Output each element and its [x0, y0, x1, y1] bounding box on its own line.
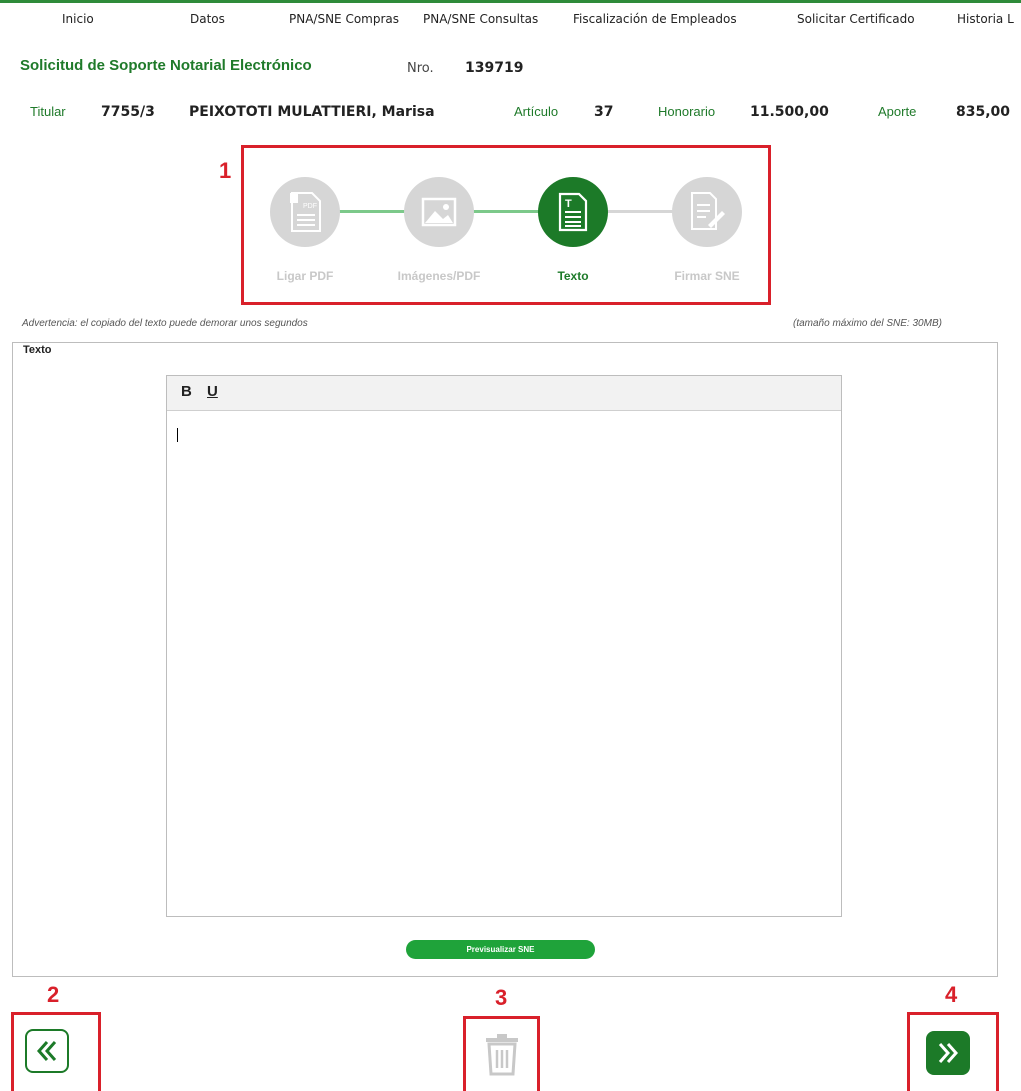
honorario-label: Honorario — [658, 104, 716, 119]
double-chevron-right-icon — [938, 1043, 959, 1063]
double-chevron-left-icon — [36, 1041, 57, 1061]
step-label-texto: Texto — [557, 269, 589, 283]
max-size-note: (tamaño máximo del SNE: 30MB) — [793, 318, 942, 329]
step-label-ligar-pdf: Ligar PDF — [276, 269, 334, 283]
text-document-icon: T — [558, 192, 588, 232]
text-editor[interactable]: B U — [166, 375, 842, 917]
nav-item-historia[interactable]: Historia L — [957, 12, 1014, 26]
aporte-value: 835,00 — [956, 104, 1011, 120]
copy-warning-note: Advertencia: el copiado del texto puede … — [22, 318, 308, 329]
annotation-number-4: 4 — [945, 982, 958, 1007]
step-imagenes-pdf[interactable] — [404, 177, 474, 247]
step-label-firmar-sne: Firmar SNE — [674, 269, 740, 283]
nro-value: 139719 — [465, 60, 524, 76]
preview-sne-button[interactable]: Previsualizar SNE — [406, 940, 595, 959]
svg-text:T: T — [565, 198, 572, 210]
step-firmar-sne[interactable] — [672, 177, 742, 247]
step-connector-3 — [606, 210, 678, 213]
top-nav: Inicio Datos PNA/SNE Compras PNA/SNE Con… — [0, 0, 1021, 32]
nro-label: Nro. — [407, 61, 434, 76]
nav-item-fiscalizacion[interactable]: Fiscalización de Empleados — [573, 12, 737, 26]
step-ligar-pdf[interactable]: PDF — [270, 177, 340, 247]
nav-item-pna-sne-consultas[interactable]: PNA/SNE Consultas — [423, 12, 538, 26]
texto-legend: Texto — [20, 344, 55, 356]
annotation-number-1: 1 — [219, 158, 232, 183]
articulo-value: 37 — [594, 104, 614, 120]
sign-document-icon — [691, 192, 725, 230]
bold-button[interactable]: B — [181, 383, 192, 400]
text-caret — [177, 428, 178, 442]
editor-toolbar: B U — [167, 376, 841, 411]
underline-button[interactable]: U — [207, 383, 218, 400]
titular-label: Titular — [30, 104, 66, 119]
page-title: Solicitud de Soporte Notarial Electrónic… — [20, 57, 312, 74]
annotation-number-2: 2 — [47, 982, 60, 1007]
annotation-number-3: 3 — [495, 985, 508, 1010]
editor-content[interactable] — [177, 424, 831, 906]
trash-icon — [486, 1034, 518, 1076]
step-texto[interactable]: T — [538, 177, 608, 247]
titular-name: PEIXOTOTI MULATTIERI, Marisa — [189, 104, 435, 120]
nav-item-pna-sne-compras[interactable]: PNA/SNE Compras — [289, 12, 399, 26]
aporte-label: Aporte — [878, 104, 917, 119]
honorario-value: 11.500,00 — [750, 104, 829, 120]
titular-code: 7755/3 — [101, 104, 155, 120]
nav-item-inicio[interactable]: Inicio — [62, 12, 94, 26]
next-button[interactable] — [926, 1031, 970, 1075]
nav-item-datos[interactable]: Datos — [190, 12, 225, 26]
articulo-label: Artículo — [514, 104, 559, 119]
pdf-icon: PDF — [290, 192, 321, 232]
back-button[interactable] — [25, 1029, 69, 1073]
nav-item-solicitar-certificado[interactable]: Solicitar Certificado — [797, 12, 915, 26]
delete-button[interactable] — [482, 1032, 522, 1076]
step-label-imagenes-pdf: Imágenes/PDF — [397, 269, 481, 283]
svg-text:PDF: PDF — [303, 203, 317, 210]
image-icon — [421, 197, 457, 227]
step-connector-1 — [338, 210, 410, 213]
step-connector-2 — [472, 210, 544, 213]
